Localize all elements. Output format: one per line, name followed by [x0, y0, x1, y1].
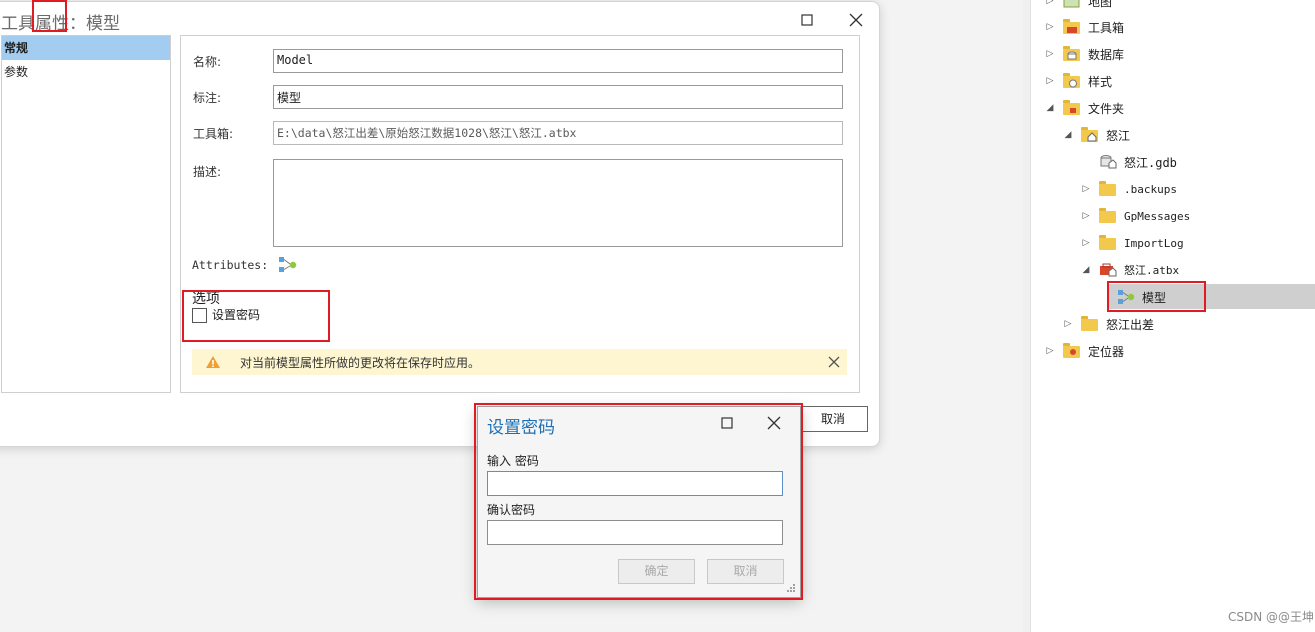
dialog-cancel-button[interactable]: 取消 [798, 406, 868, 432]
expand-arrow-icon[interactable]: ▷ [1045, 49, 1055, 59]
name-label: 名称: [193, 55, 222, 69]
enter-password-input[interactable] [487, 471, 783, 496]
close-icon [767, 416, 781, 430]
dialog-title: 工具属性：模型 [1, 14, 120, 34]
folder-icon [1099, 235, 1117, 251]
set-password-dialog: 设置密码 输入 密码 确认密码 确定 取消 [477, 406, 801, 598]
tree-item-label: 数据库 [1088, 47, 1125, 62]
description-field[interactable] [273, 159, 843, 247]
collapse-arrow-icon[interactable]: ◢ [1063, 130, 1073, 140]
database-icon [1063, 46, 1081, 62]
folder-icon [1063, 100, 1081, 116]
tree-item-label: 模型 [1142, 290, 1167, 305]
description-label: 描述: [193, 165, 222, 179]
tree-item-atbx[interactable]: ◢ 怒江.atbx [1081, 258, 1179, 282]
geodatabase-icon [1099, 154, 1117, 170]
label-field[interactable]: 模型 [273, 85, 843, 109]
close-button[interactable] [846, 10, 866, 30]
tree-item-nujiang[interactable]: ◢ 怒江 [1063, 123, 1130, 147]
tree-item-map[interactable]: ▷ 地图 [1045, 0, 1112, 13]
options-heading: 选项 [192, 291, 220, 307]
confirm-password-input[interactable] [487, 520, 783, 545]
collapse-arrow-icon[interactable]: ◢ [1081, 265, 1091, 275]
ok-button[interactable]: 确定 [618, 559, 695, 584]
catalog-scrollbar[interactable] [1023, 0, 1031, 632]
confirm-password-label: 确认密码 [487, 503, 536, 517]
password-close-button[interactable] [764, 413, 784, 433]
maximize-icon [721, 417, 733, 429]
style-icon [1063, 73, 1081, 89]
tool-properties-dialog: 工具属性：模型 常规 参数 名称: Model 标注: 模型 工具箱: E:\d… [0, 1, 880, 447]
maximize-icon [801, 14, 813, 26]
tree-item-locators[interactable]: ▷ 定位器 [1045, 339, 1124, 363]
toolbox-label: 工具箱: [193, 127, 234, 141]
folder-icon [1099, 181, 1117, 197]
expand-arrow-icon[interactable]: ▷ [1045, 22, 1055, 32]
properties-nav: 常规 参数 [1, 35, 171, 393]
tree-item-nujiang-trip[interactable]: ▷ 怒江出差 [1063, 312, 1154, 336]
toolbox-icon [1063, 19, 1081, 35]
watermark: CSDN @@王坤 [1228, 610, 1315, 624]
set-password-checkbox[interactable] [192, 308, 207, 323]
locator-icon [1063, 343, 1081, 359]
tree-item-label: 样式 [1088, 74, 1113, 89]
nav-item-general[interactable]: 常规 [2, 36, 170, 60]
tree-item-folders[interactable]: ◢ 文件夹 [1045, 96, 1124, 120]
tree-item-label: 怒江.atbx [1124, 264, 1180, 277]
tree-item-label: 文件夹 [1088, 101, 1125, 116]
set-password-label[interactable]: 设置密码 [212, 306, 260, 323]
tree-item-model[interactable]: 模型 [1099, 285, 1166, 309]
attributes-label: Attributes: [192, 258, 269, 272]
tree-item-label: .backups [1124, 182, 1177, 196]
home-folder-icon [1081, 127, 1099, 143]
warning-icon [206, 356, 220, 368]
tree-item-label: 怒江出差 [1106, 317, 1155, 332]
expand-arrow-icon[interactable]: ▷ [1081, 184, 1091, 194]
tree-item-label: 工具箱 [1088, 20, 1125, 35]
atbx-toolbox-icon [1099, 262, 1117, 278]
tree-item-label: ImportLog [1124, 236, 1184, 250]
tree-item-style[interactable]: ▷ 样式 [1045, 69, 1112, 93]
attributes-model-icon[interactable] [278, 256, 298, 274]
expand-arrow-icon[interactable]: ▷ [1081, 211, 1091, 221]
toolbox-field: E:\data\怒江出差\原始怒江数据1028\怒江\怒江.atbx [273, 121, 843, 145]
tree-item-label: 定位器 [1088, 344, 1125, 359]
expand-arrow-icon[interactable]: ▷ [1045, 76, 1055, 86]
maximize-button[interactable] [797, 10, 817, 30]
tree-item-database[interactable]: ▷ 数据库 [1045, 42, 1124, 66]
password-dialog-title: 设置密码 [487, 418, 555, 438]
tree-item-label: 怒江 [1106, 128, 1131, 143]
model-icon [1117, 289, 1135, 305]
tree-item-backups[interactable]: ▷ .backups [1081, 177, 1177, 201]
folder-icon [1081, 316, 1099, 332]
password-cancel-button[interactable]: 取消 [707, 559, 784, 584]
expand-arrow-icon[interactable]: ▷ [1081, 238, 1091, 248]
tree-item-label: 怒江.gdb [1124, 155, 1177, 170]
nav-item-parameters[interactable]: 参数 [2, 60, 170, 84]
dismiss-notice-icon[interactable] [828, 356, 840, 368]
password-maximize-button[interactable] [717, 413, 737, 433]
expand-arrow-icon[interactable]: ▷ [1063, 319, 1073, 329]
tree-item-toolbox[interactable]: ▷ 工具箱 [1045, 15, 1124, 39]
expand-arrow-icon[interactable]: ▷ [1045, 346, 1055, 356]
general-page: 名称: Model 标注: 模型 工具箱: E:\data\怒江出差\原始怒江数… [180, 35, 860, 393]
close-icon [849, 13, 863, 27]
tree-item-importlog[interactable]: ▷ ImportLog [1081, 231, 1184, 255]
folder-icon [1099, 208, 1117, 224]
map-icon [1063, 0, 1081, 9]
tree-item-gpmessages[interactable]: ▷ GpMessages [1081, 204, 1190, 228]
resize-grip-icon[interactable] [786, 583, 796, 593]
tree-item-label: 地图 [1088, 0, 1113, 9]
name-field[interactable]: Model [273, 49, 843, 73]
tree-item-gdb[interactable]: 怒江.gdb [1081, 150, 1177, 174]
expand-arrow-icon[interactable]: ▷ [1045, 0, 1055, 6]
label-label: 标注: [193, 91, 222, 105]
collapse-arrow-icon[interactable]: ◢ [1045, 103, 1055, 113]
tree-item-label: GpMessages [1124, 209, 1191, 223]
notice-bar: 对当前模型属性所做的更改将在保存时应用。 [192, 349, 847, 375]
enter-password-label: 输入 密码 [487, 454, 539, 468]
notice-text: 对当前模型属性所做的更改将在保存时应用。 [240, 356, 481, 370]
